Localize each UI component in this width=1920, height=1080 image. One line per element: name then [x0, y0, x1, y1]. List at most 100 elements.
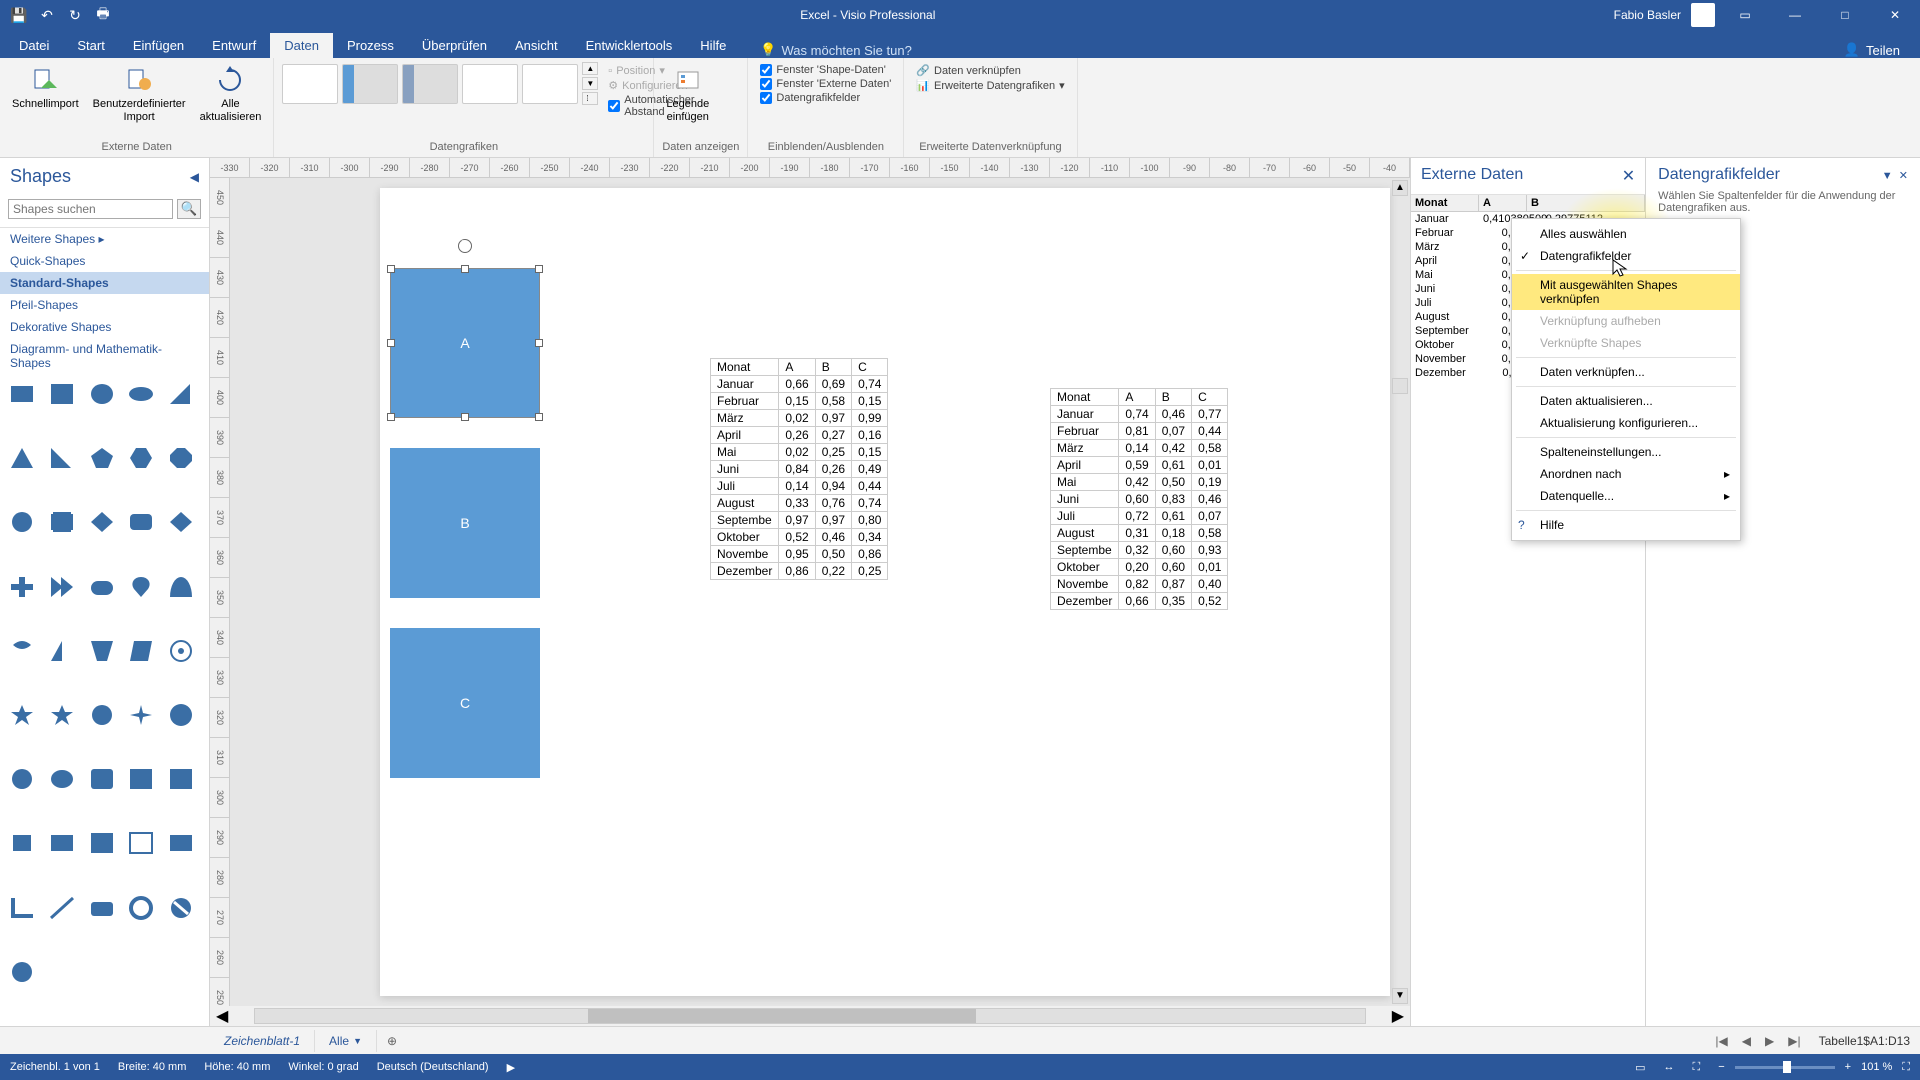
- shape-stencil-item[interactable]: [48, 382, 76, 406]
- gallery-more-icon[interactable]: ⁞: [582, 92, 598, 105]
- close-icon[interactable]: ✕: [1622, 166, 1635, 186]
- shape-stencil-item[interactable]: [167, 767, 195, 791]
- canvas-shape-b[interactable]: B: [390, 448, 540, 598]
- ctx-aktualisierung-konfigurieren[interactable]: Aktualisierung konfigurieren...: [1512, 412, 1740, 434]
- erweiterte-datengrafiken-button[interactable]: 📊Erweiterte Datengrafiken ▾: [916, 79, 1064, 92]
- share-button[interactable]: 👤 Teilen: [1844, 42, 1900, 58]
- add-sheet-button[interactable]: ⊕: [377, 1034, 407, 1048]
- shape-stencil-item[interactable]: [167, 382, 195, 406]
- shape-stencil-item[interactable]: [48, 767, 76, 791]
- ctx-datenquelle[interactable]: Datenquelle...▸: [1512, 485, 1740, 507]
- datengrafikfelder-checkbox[interactable]: Datengrafikfelder: [760, 92, 891, 104]
- shape-stencil-item[interactable]: [8, 510, 36, 534]
- nav-next[interactable]: ▶: [1761, 1034, 1778, 1048]
- gallery-up-icon[interactable]: ▲: [582, 62, 598, 75]
- shape-stencil-item[interactable]: [88, 575, 116, 599]
- close-button[interactable]: ✕: [1875, 0, 1915, 30]
- shape-stencil-item[interactable]: [48, 831, 76, 855]
- weitere-shapes[interactable]: Weitere Shapes ▸: [0, 228, 209, 250]
- shape-stencil-item[interactable]: [88, 382, 116, 406]
- zoom-in[interactable]: +: [1845, 1061, 1851, 1073]
- shape-stencil-item[interactable]: [8, 382, 36, 406]
- vscroll-thumb-top[interactable]: [1392, 378, 1408, 394]
- shape-stencil-item[interactable]: [88, 510, 116, 534]
- undo-icon[interactable]: ↶: [38, 6, 56, 24]
- shape-stencil-item[interactable]: [127, 575, 155, 599]
- collapse-icon[interactable]: ◀: [190, 170, 199, 184]
- tab-entwurf[interactable]: Entwurf: [198, 33, 270, 58]
- zoom-fit[interactable]: ⛶: [1902, 1061, 1910, 1074]
- resize-handle[interactable]: [461, 265, 469, 273]
- shape-stencil-item[interactable]: [167, 831, 195, 855]
- shape-stencil-item[interactable]: [88, 896, 116, 920]
- shape-stencil-item[interactable]: [127, 767, 155, 791]
- ctx-datengrafikfelder[interactable]: ✓Datengrafikfelder: [1512, 245, 1740, 267]
- hscroll[interactable]: ◀ ▶: [210, 1006, 1410, 1026]
- resize-handle[interactable]: [461, 413, 469, 421]
- rotate-handle[interactable]: [458, 239, 472, 253]
- shapes-cat[interactable]: Diagramm- und Mathematik-Shapes: [0, 338, 209, 374]
- ctx-alles-auswaehlen[interactable]: Alles auswählen: [1512, 223, 1740, 245]
- ctx-anordnen-nach[interactable]: Anordnen nach▸: [1512, 463, 1740, 485]
- shape-stencil-item[interactable]: [127, 639, 155, 663]
- shape-stencil-item[interactable]: [127, 831, 155, 855]
- shape-stencil-item[interactable]: [167, 896, 195, 920]
- shape-stencil-item[interactable]: [48, 446, 76, 470]
- schnellimport-button[interactable]: Schnellimport: [8, 62, 83, 113]
- shape-stencil-item[interactable]: [8, 831, 36, 855]
- tab-hilfe[interactable]: Hilfe: [686, 33, 740, 58]
- resize-handle[interactable]: [387, 265, 395, 273]
- legende-button[interactable]: Legende einfügen: [662, 62, 713, 126]
- search-button[interactable]: 🔍: [177, 199, 201, 219]
- dgf-dropdown-icon[interactable]: ▼: [1882, 170, 1893, 182]
- canvas-shape-a[interactable]: A: [390, 268, 540, 418]
- hscroll-thumb[interactable]: [588, 1009, 976, 1023]
- shape-stencil-item[interactable]: [167, 446, 195, 470]
- vscroll-up[interactable]: ▲: [1392, 180, 1408, 196]
- shape-stencil-item[interactable]: [88, 703, 116, 727]
- ctx-hilfe[interactable]: ?Hilfe: [1512, 514, 1740, 536]
- shape-stencil-item[interactable]: [8, 767, 36, 791]
- tab-entwicklertools[interactable]: Entwicklertools: [572, 33, 687, 58]
- avatar[interactable]: [1691, 3, 1715, 27]
- shape-stencil-item[interactable]: [127, 510, 155, 534]
- shape-stencil-item[interactable]: [8, 639, 36, 663]
- shape-stencil-item[interactable]: [127, 382, 155, 406]
- shape-stencil-item[interactable]: [127, 703, 155, 727]
- vscroll-down[interactable]: ▼: [1392, 988, 1408, 1004]
- save-icon[interactable]: 💾: [10, 6, 28, 24]
- shape-stencil-item[interactable]: [8, 896, 36, 920]
- drawing-canvas[interactable]: CBA MonatABCJanuar0,660,690,74Februar0,1…: [380, 188, 1390, 996]
- minimize-button[interactable]: —: [1775, 0, 1815, 30]
- shape-stencil-item[interactable]: [8, 703, 36, 727]
- datengrafiken-gallery[interactable]: ▲ ▼ ⁞: [282, 62, 598, 105]
- ctx-mit-shapes-verknuepfen[interactable]: Mit ausgewählten Shapes verknüpfen: [1512, 274, 1740, 310]
- shape-stencil-item[interactable]: [167, 575, 195, 599]
- ctx-daten-verknuepfen[interactable]: Daten verknüpfen...: [1512, 361, 1740, 383]
- resize-handle[interactable]: [535, 413, 543, 421]
- zoom-out[interactable]: −: [1718, 1061, 1724, 1073]
- tab-daten[interactable]: Daten: [270, 33, 333, 58]
- shape-stencil-item[interactable]: [8, 446, 36, 470]
- ribbon-options-icon[interactable]: ▭: [1725, 0, 1765, 30]
- shape-stencil-item[interactable]: [88, 639, 116, 663]
- shapes-search-input[interactable]: [8, 199, 173, 219]
- redo-icon[interactable]: ↻: [66, 6, 84, 24]
- nav-last[interactable]: ▶|: [1784, 1034, 1804, 1048]
- shape-stencil-item[interactable]: [127, 896, 155, 920]
- benutzerdef-import-button[interactable]: Benutzerdefinierter Import: [89, 62, 190, 126]
- tab-start[interactable]: Start: [63, 33, 118, 58]
- dgf-close-icon[interactable]: ✕: [1899, 170, 1908, 182]
- resize-handle[interactable]: [535, 339, 543, 347]
- shapes-cat[interactable]: Standard-Shapes: [0, 272, 209, 294]
- tab-datei[interactable]: Datei: [5, 33, 63, 58]
- presentation-icon[interactable]: ▭: [1635, 1061, 1645, 1074]
- resize-handle[interactable]: [387, 339, 395, 347]
- shape-stencil-item[interactable]: [48, 639, 76, 663]
- print-icon[interactable]: 🖶: [94, 6, 112, 24]
- shape-stencil-item[interactable]: [127, 446, 155, 470]
- sheet-tab-alle[interactable]: Alle▼: [315, 1030, 377, 1052]
- tell-me[interactable]: 💡 Was möchten Sie tun?: [760, 42, 912, 58]
- macro-icon[interactable]: ▶: [507, 1061, 515, 1074]
- sheet-tab[interactable]: Zeichenblatt-1: [210, 1030, 315, 1052]
